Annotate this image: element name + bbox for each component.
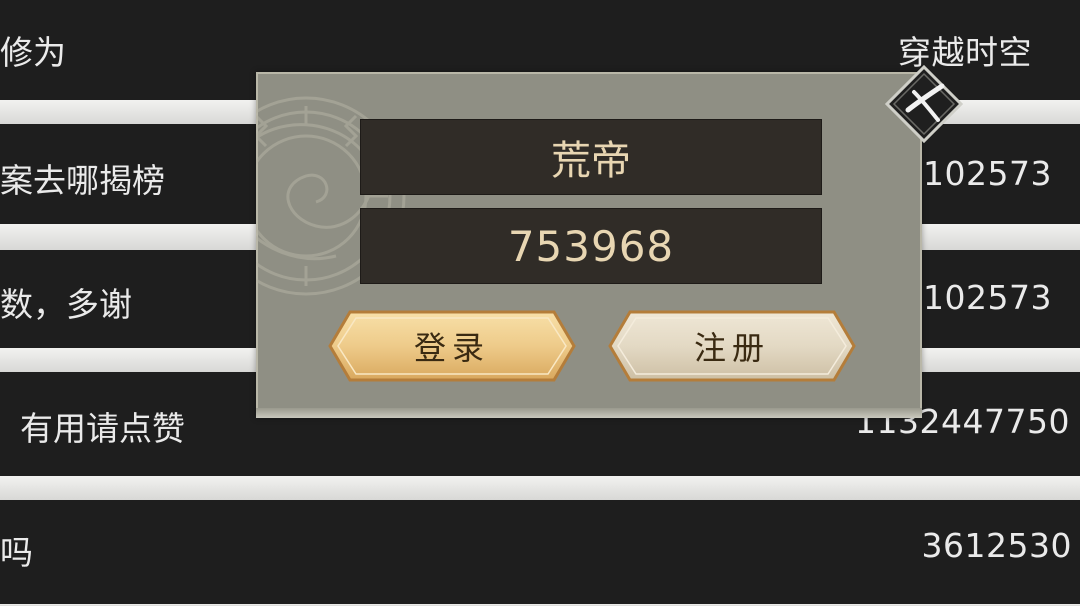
list-row-title: 案去哪揭榜 (0, 161, 165, 200)
register-button-label: 注册 (693, 329, 770, 367)
password-field[interactable]: 753968 (360, 208, 822, 284)
close-x-icon (884, 64, 964, 144)
login-button-label: 登录 (413, 329, 490, 367)
list-row-title: 有用请点赞 (20, 409, 185, 448)
list-row-value: 3612530 (921, 526, 1072, 565)
login-dialog: 荒帝 753968 登录 注册 (256, 72, 922, 418)
close-button[interactable] (884, 64, 964, 144)
password-value: 753968 (507, 221, 675, 271)
login-button[interactable]: 登录 (328, 310, 576, 382)
list-row-title: 修为 (0, 33, 66, 72)
username-value: 荒帝 (551, 138, 631, 184)
list-row-title: 数，多谢 (0, 285, 132, 324)
row-divider (0, 476, 1080, 500)
register-button[interactable]: 注册 (608, 310, 856, 382)
list-row-title: 吗 (0, 533, 33, 572)
username-field[interactable]: 荒帝 (360, 119, 822, 195)
list-row[interactable]: 吗 3612530 (0, 500, 1080, 604)
